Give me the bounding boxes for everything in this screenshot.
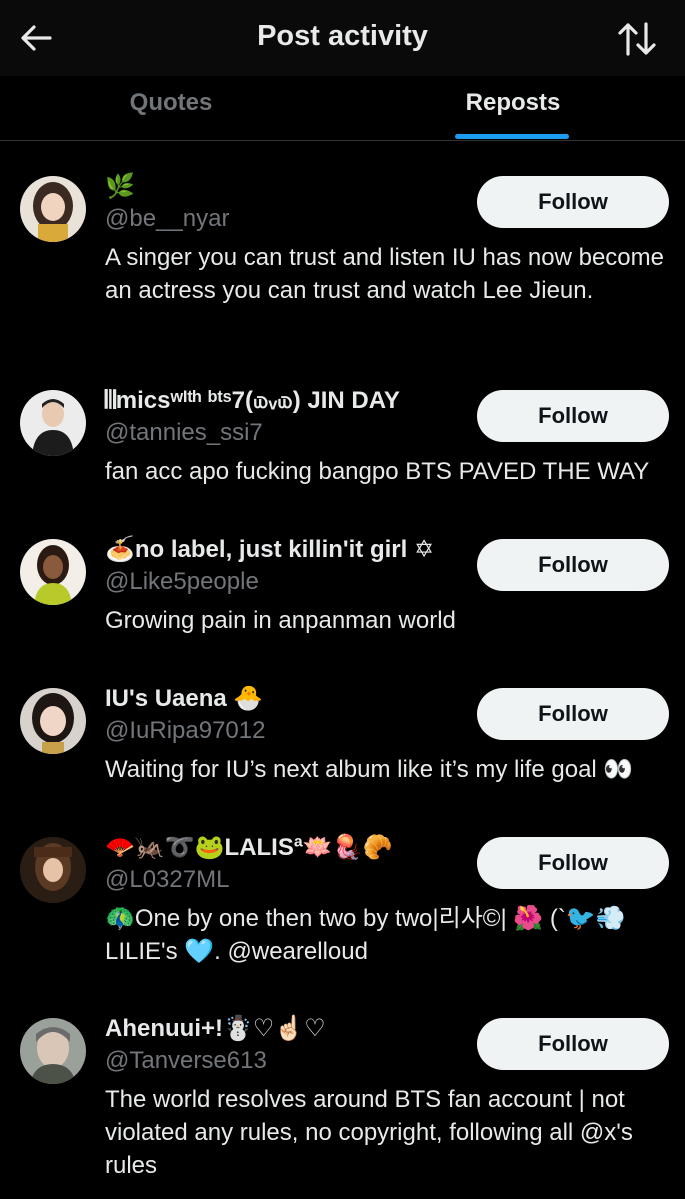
tab-quotes[interactable]: Quotes (0, 76, 342, 140)
follow-button[interactable]: Follow (477, 1018, 669, 1070)
user-handle[interactable]: @tannies_ssi7 (105, 418, 263, 448)
user-bio: The world resolves around BTS fan accoun… (105, 1086, 633, 1179)
avatar[interactable] (20, 1018, 86, 1084)
follow-button[interactable]: Follow (477, 539, 669, 591)
avatar[interactable] (20, 390, 86, 456)
user-handle[interactable]: @Like5people (105, 567, 259, 597)
follow-button[interactable]: Follow (477, 837, 669, 889)
tab-bar: Quotes Reposts (0, 76, 685, 141)
user-handle[interactable]: @L0327ML (105, 865, 229, 895)
user-handle[interactable]: @be__nyar (105, 204, 229, 234)
tab-reposts-label: Reposts (465, 89, 561, 116)
user-handle[interactable]: @IuRipa97012 (105, 716, 265, 746)
user-bio: A singer you can trust and listen IU has… (105, 244, 664, 304)
page-title: Post activity (257, 20, 428, 52)
user-display-name: 🌿 (105, 173, 135, 200)
user-display-name: 🍝no label, just killin'it girl ✡ (105, 536, 435, 563)
user-bio: Growing pain in anpanman world (105, 607, 456, 634)
user-display-name: 𝄃𝄂micsʷᴵᵗʰ ᵇᵗˢ7(௰ᵥ௰) JIN DAY (105, 387, 400, 414)
avatar[interactable] (20, 688, 86, 754)
user-display-name: IU's Uaena 🐣 (105, 685, 264, 712)
follow-button[interactable]: Follow (477, 688, 669, 740)
avatar[interactable] (20, 539, 86, 605)
tab-quotes-label: Quotes (129, 89, 213, 116)
sort-arrows-icon (618, 22, 656, 56)
avatar[interactable] (20, 176, 86, 242)
avatar[interactable] (20, 837, 86, 903)
follow-button[interactable]: Follow (477, 176, 669, 228)
user-bio: 🦚One by one then two by two|리사©| 🌺 (`🐦💨 … (105, 905, 626, 965)
user-display-name: 🪭🦗➰🐸LALISª🪷🪼🥐 (105, 834, 393, 861)
top-bar: Post activity (0, 0, 685, 76)
sort-button[interactable] (614, 18, 660, 60)
user-handle[interactable]: @Tanverse613 (105, 1046, 267, 1076)
active-tab-indicator (455, 134, 569, 139)
user-bio: fan acc apo fucking bangpo BTS PAVED THE… (105, 458, 650, 485)
user-bio: Waiting for IU’s next album like it’s my… (105, 756, 634, 783)
tab-reposts[interactable]: Reposts (342, 76, 684, 140)
user-display-name: Ahenuui+!☃️♡☝🏻♡ (105, 1015, 326, 1042)
follow-button[interactable]: Follow (477, 390, 669, 442)
